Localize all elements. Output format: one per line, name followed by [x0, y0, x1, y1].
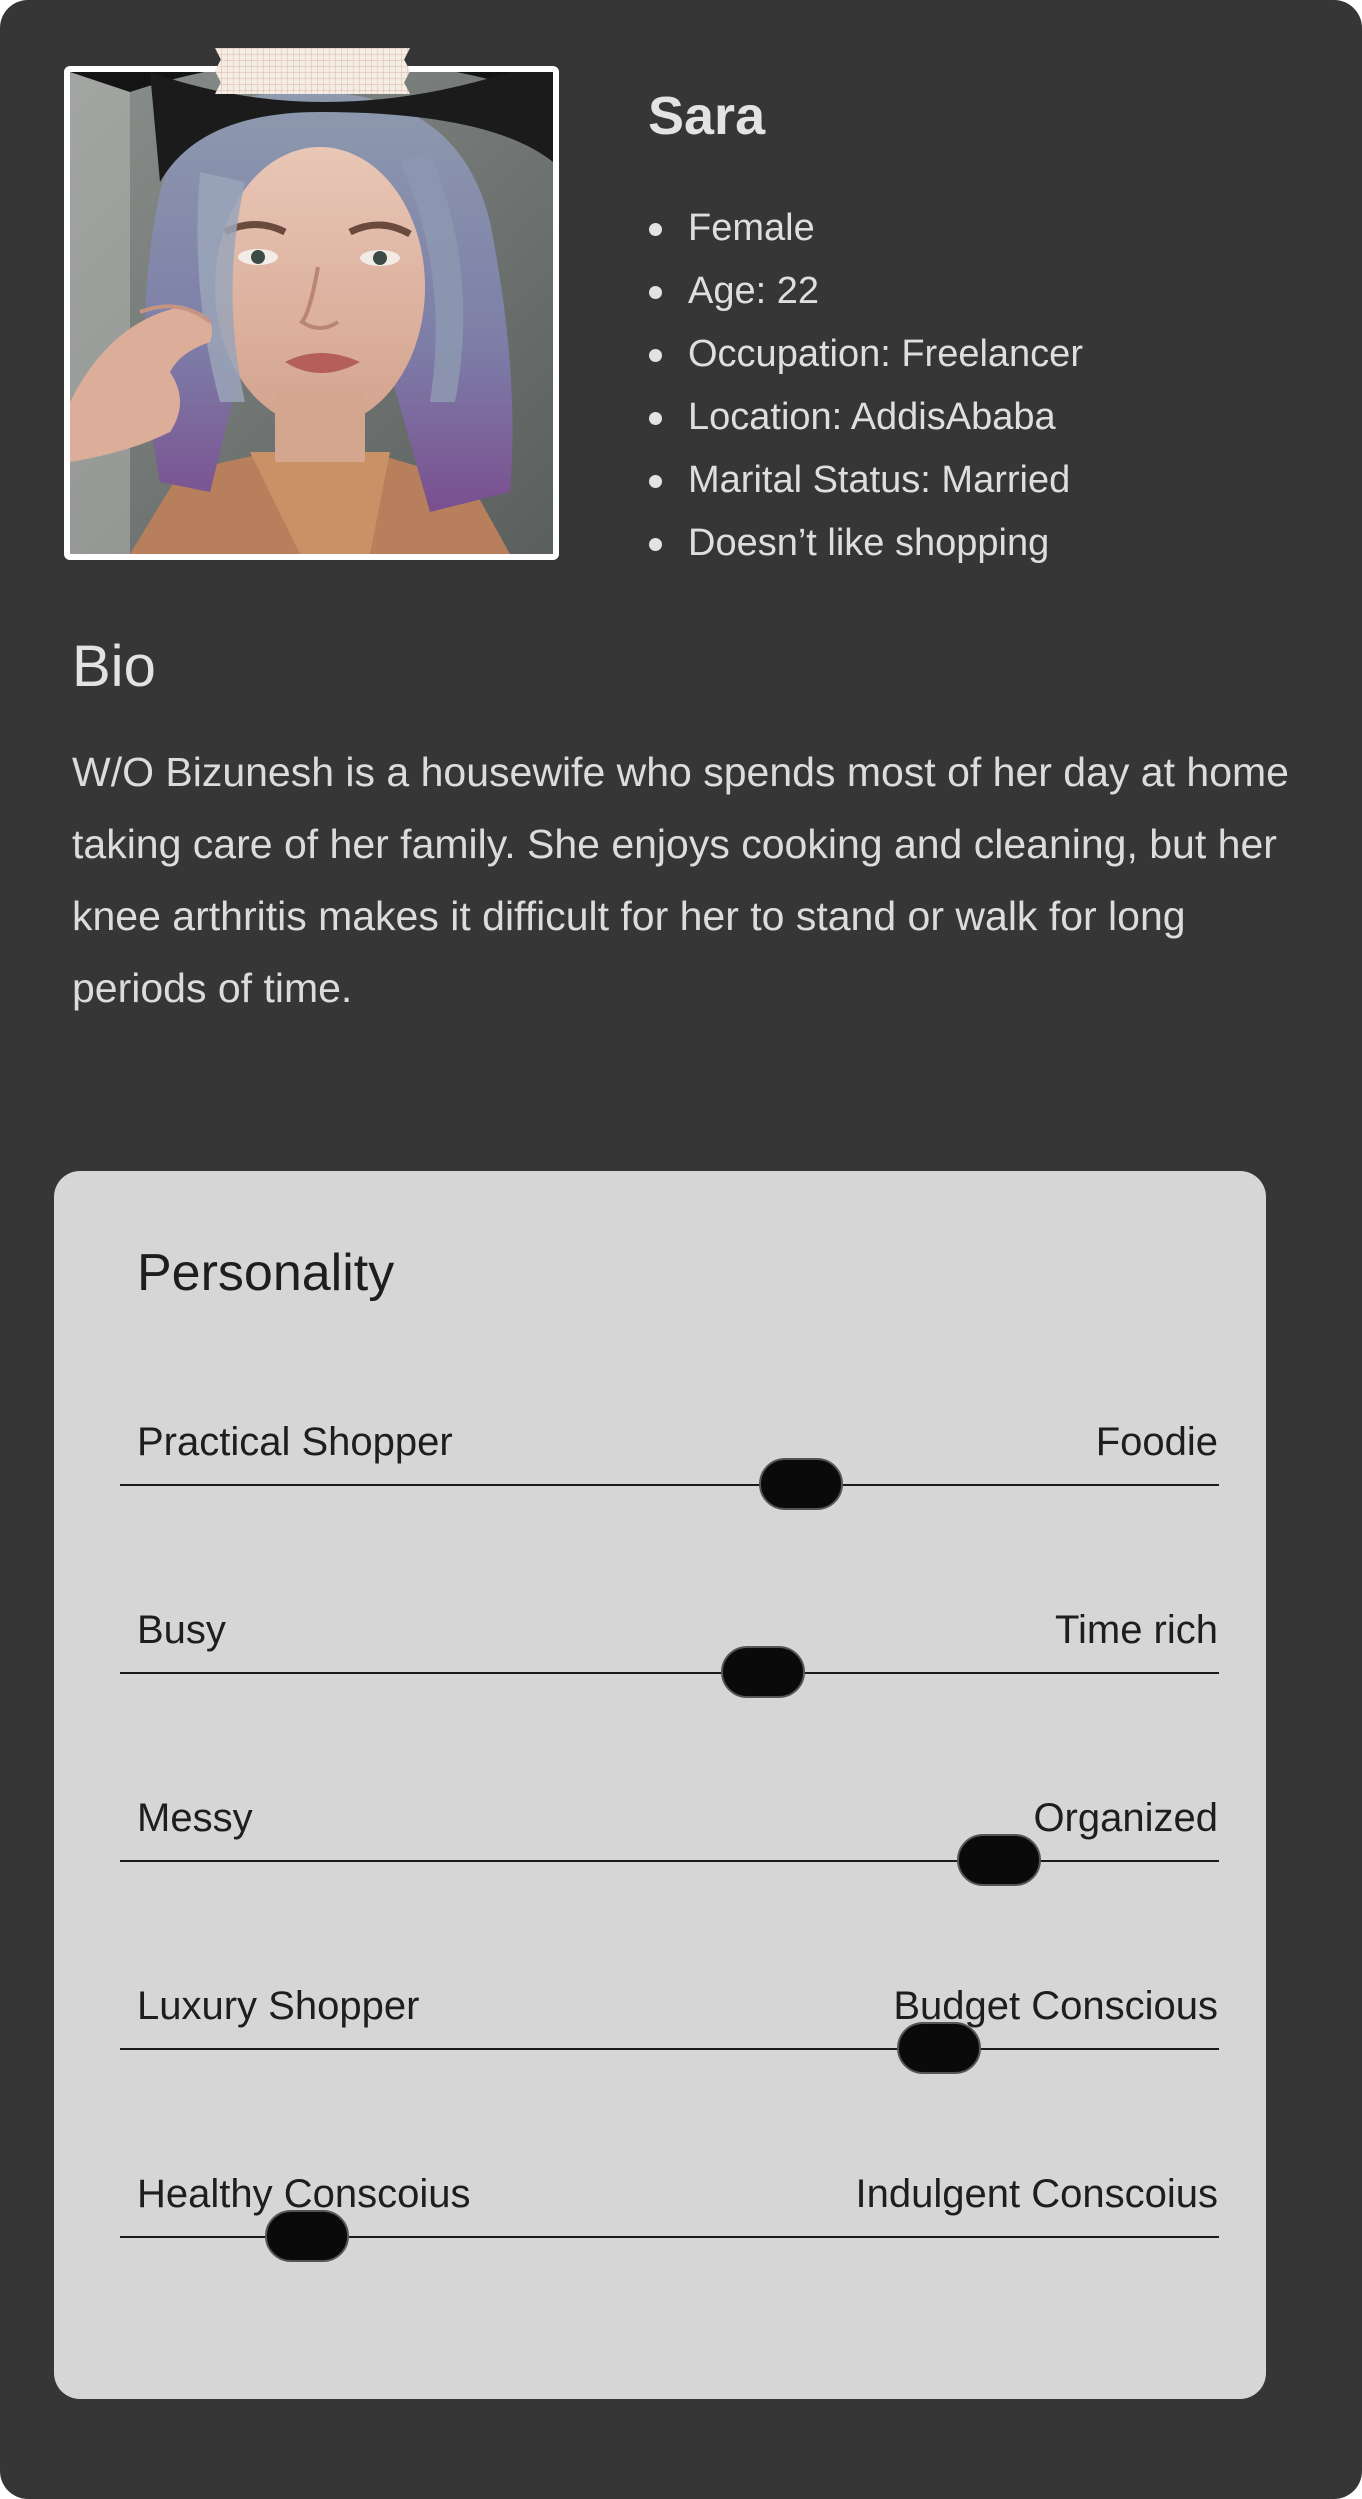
fact-occupation: Occupation: Freelancer: [648, 323, 1083, 386]
trait-slider-practical-foodie: Practical Shopper Foodie: [54, 1417, 1266, 1537]
trait-right-label: Time rich: [1055, 1608, 1218, 1652]
persona-card: Sara Female Age: 22 Occupation: Freelanc…: [0, 0, 1362, 2499]
bio-text: W/O Bizunesh is a housewife who spends m…: [72, 749, 1289, 1011]
slider-track[interactable]: [120, 2048, 1219, 2050]
fact-shopping-preference: Doesn’t like shopping: [648, 512, 1083, 575]
persona-facts-list: Female Age: 22 Occupation: Freelancer Lo…: [648, 197, 1083, 575]
slider-knob[interactable]: [264, 2210, 349, 2262]
trait-right-label: Foodie: [1095, 1420, 1218, 1464]
trait-left-label: Messy: [137, 1796, 253, 1840]
slider-track[interactable]: [120, 1484, 1219, 1486]
fact-gender: Female: [648, 197, 1083, 260]
persona-portrait-image: [70, 72, 553, 554]
slider-knob[interactable]: [896, 2022, 981, 2074]
personality-panel: Personality Practical Shopper Foodie Bus…: [54, 1171, 1266, 2399]
trait-left-label: Practical Shopper: [137, 1420, 453, 1464]
trait-slider-messy-organized: Messy Organized: [54, 1793, 1266, 1913]
slider-track[interactable]: [120, 1672, 1219, 1674]
persona-name: Sara: [648, 86, 766, 146]
photo-tape-decoration: [215, 48, 410, 94]
slider-track[interactable]: [120, 1860, 1219, 1862]
trait-slider-busy-time-rich: Busy Time rich: [54, 1605, 1266, 1725]
trait-slider-healthy-indulgent: Healthy Conscoius Indulgent Conscoius: [54, 2169, 1266, 2289]
slider-knob[interactable]: [759, 1458, 844, 1510]
fact-age: Age: 22: [648, 260, 1083, 323]
persona-photo: [64, 66, 559, 560]
bio-heading: Bio: [72, 634, 156, 699]
slider-knob[interactable]: [957, 1834, 1042, 1886]
trait-right-label: Indulgent Conscoius: [855, 2172, 1218, 2216]
trait-left-label: Busy: [137, 1608, 226, 1652]
trait-left-label: Luxury Shopper: [137, 1984, 420, 2028]
fact-location: Location: AddisAbaba: [648, 386, 1083, 449]
fact-marital-status: Marital Status: Married: [648, 449, 1083, 512]
trait-right-label: Organized: [1033, 1796, 1218, 1840]
slider-knob[interactable]: [720, 1646, 805, 1698]
personality-heading: Personality: [137, 1244, 395, 1302]
trait-slider-luxury-budget: Luxury Shopper Budget Conscious: [54, 1981, 1266, 2101]
